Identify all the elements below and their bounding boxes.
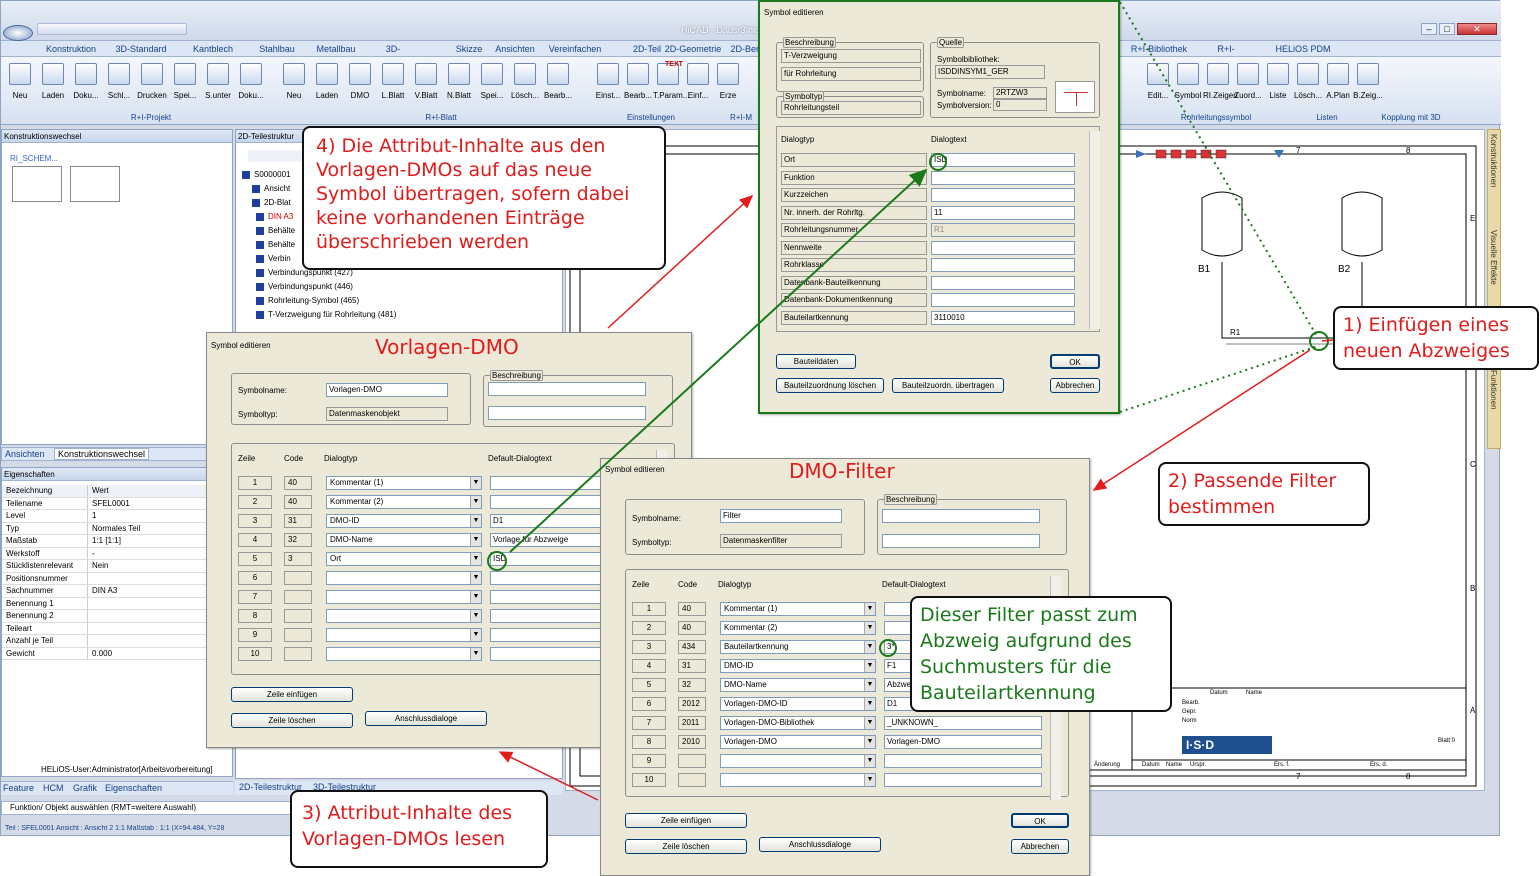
callout-step-2: 2) Passende Filter bestimmen [1158, 462, 1370, 526]
callout-filter-match: Dieser Filter passt zum Abzweig aufgrund… [910, 596, 1172, 712]
callout-step-1: 1) Einfügen eines neuen Abzweiges [1333, 306, 1539, 370]
callout-step-4: 4) Die Attribut-Inhalte aus den Vorlagen… [302, 126, 666, 270]
annotation-overlay [487, 1, 1334, 801]
callout-step-3: 3) Attribut-Inhalte des Vorlagen-DMOs le… [290, 790, 548, 868]
